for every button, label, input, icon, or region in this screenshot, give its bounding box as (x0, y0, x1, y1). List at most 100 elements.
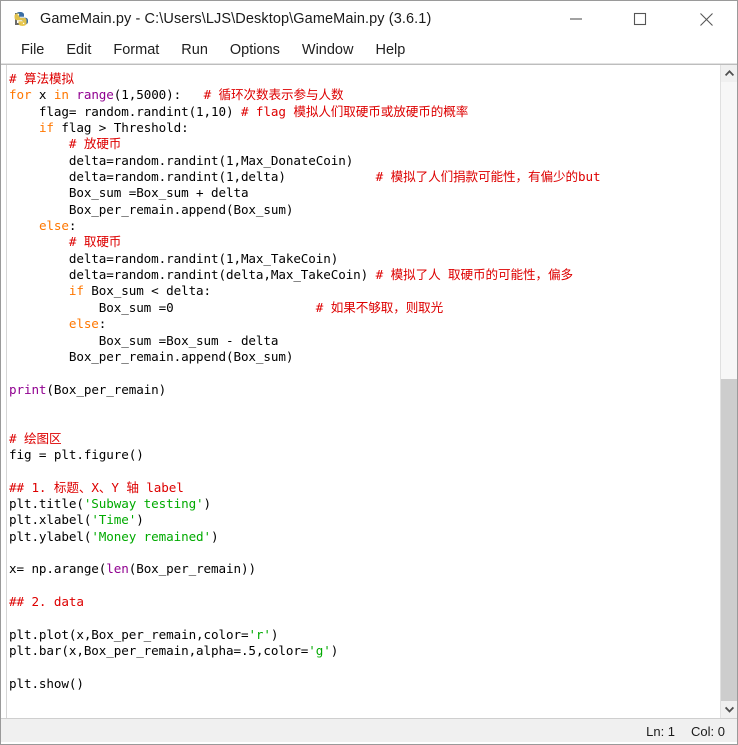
status-line-number: Ln: 1 (646, 724, 676, 739)
code-token: ## 1. 标题、X、Y 轴 label (9, 479, 184, 495)
status-column-number: Col: 0 (691, 724, 725, 739)
code-token: (Box_per_remain)) (128, 561, 256, 577)
code-line: fig = plt.figure() (9, 447, 720, 463)
menu-item-format[interactable]: Format (102, 40, 170, 61)
code-line: delta=random.randint(1,Max_TakeCoin) (9, 251, 720, 267)
code-line: plt.bar(x,Box_per_remain,alpha=.5,color=… (9, 643, 720, 659)
code-line: # 算法模拟 (9, 71, 720, 87)
code-token: plt.ylabel( (9, 528, 92, 544)
maximize-button[interactable] (617, 1, 663, 37)
code-line: plt.ylabel('Money remained') (9, 529, 720, 545)
code-token: Box_sum < delta: (83, 283, 212, 299)
code-line: ## 2. data (9, 594, 720, 610)
title-bar: GameMain.py - C:\Users\LJS\Desktop\GameM… (1, 1, 737, 37)
code-line: # 取硬币 (9, 234, 720, 250)
code-token: ) (270, 626, 279, 642)
code-token: delta=random.randint(1,Max_DonateCoin) (9, 152, 354, 168)
code-token: else (38, 218, 69, 234)
code-line: Box_sum =Box_sum - delta (9, 333, 720, 349)
code-token: plt.bar(x,Box_per_remain,alpha=.5,color= (9, 643, 309, 659)
scrollbar-track[interactable] (721, 82, 737, 701)
code-line: if flag > Threshold: (9, 120, 720, 136)
code-token: # flag 模拟人们取硬币或放硬币的概率 (240, 103, 469, 119)
code-token: ) (136, 512, 144, 528)
menu-bar: File Edit Format Run Options Window Help (1, 37, 737, 64)
code-token: 'Subway testing' (83, 495, 204, 511)
code-token: Box_per_remain.append(Box_sum) (9, 348, 294, 364)
code-line: Box_sum =Box_sum + delta (9, 185, 720, 201)
code-line: plt.title('Subway testing') (9, 496, 720, 512)
code-token: Box_sum =Box_sum - delta (9, 332, 279, 348)
code-token: 'g' (308, 643, 331, 659)
code-token: ) (330, 643, 339, 659)
code-line: # 绘图区 (9, 431, 720, 447)
code-token: (1,5000): (113, 87, 204, 103)
code-token: range (76, 87, 114, 103)
chevron-up-icon[interactable] (721, 65, 737, 82)
menu-item-run[interactable]: Run (170, 40, 219, 61)
code-line: Box_per_remain.append(Box_sum) (9, 202, 720, 218)
code-token: 'Money remained' (91, 528, 212, 544)
code-text-area[interactable]: # 算法模拟 for x in range(1,5000): # 循环次数表示参与… (7, 65, 720, 718)
code-line: delta=random.randint(delta,Max_TakeCoin)… (9, 267, 720, 283)
code-token: # 如果不够取，则取光 (315, 299, 444, 315)
python-idle-icon (11, 9, 31, 29)
code-token: (Box_per_remain) (46, 381, 167, 397)
code-token: ) (203, 495, 212, 511)
code-token: 'Time' (91, 512, 137, 528)
code-token: x (31, 87, 54, 103)
code-token: # 算法模拟 (9, 71, 74, 86)
code-token: # 模拟了人 取硬币的可能性，偏多 (375, 267, 573, 283)
code-line: plt.xlabel('Time') (9, 512, 720, 528)
code-token: if (38, 120, 54, 136)
code-token: flag > Threshold: (53, 120, 189, 136)
code-token: ## 2. data (9, 594, 84, 609)
code-token: in (53, 87, 69, 103)
chevron-down-icon[interactable] (721, 701, 737, 718)
menu-item-options[interactable]: Options (219, 40, 291, 61)
menu-item-window[interactable]: Window (291, 40, 365, 61)
code-token: plt.plot(x,Box_per_remain,color= (9, 626, 249, 642)
code-line: flag= random.randint(1,10) # flag 模拟人们取硬… (9, 104, 720, 120)
status-underline (1, 742, 737, 744)
menu-item-edit[interactable]: Edit (55, 40, 102, 61)
code-line: delta=random.randint(1,delta) # 模拟了人们捐款可… (9, 169, 720, 185)
code-line: # 放硬币 (9, 136, 720, 152)
minimize-button[interactable] (553, 1, 599, 37)
code-line: Box_sum =0 # 如果不够取，则取光 (9, 300, 720, 316)
code-token: plt.title( (9, 495, 84, 511)
code-line: delta=random.randint(1,Max_DonateCoin) (9, 153, 720, 169)
menu-item-help[interactable]: Help (364, 40, 416, 61)
status-bar: Ln: 1 Col: 0 (1, 718, 737, 744)
code-token: delta=random.randint(delta,Max_TakeCoin) (9, 267, 376, 283)
code-line: ## 1. 标题、X、Y 轴 label (9, 480, 720, 496)
code-token: # 模拟了人们捐款可能性，有偏少的but (375, 169, 601, 185)
code-token: Box_per_remain.append(Box_sum) (9, 201, 294, 217)
menu-item-file[interactable]: File (10, 40, 55, 61)
code-line: plt.plot(x,Box_per_remain,color='r') (9, 627, 720, 643)
code-token: if (68, 283, 84, 299)
code-line: if Box_sum < delta: (9, 283, 720, 299)
code-token: Box_sum =0 (9, 299, 316, 315)
code-token: ) (211, 528, 219, 544)
close-button[interactable] (683, 1, 729, 37)
code-token: x= np.arange( (9, 561, 107, 577)
vertical-scrollbar[interactable] (720, 65, 737, 718)
code-token: for (9, 87, 32, 103)
code-token: else (68, 316, 99, 332)
code-line: plt.show() (9, 676, 720, 692)
code-token: # 取硬币 (68, 234, 122, 250)
code-token: print (9, 381, 47, 397)
code-token: : (68, 218, 77, 234)
scroll-thumb[interactable] (721, 379, 737, 701)
code-line: x= np.arange(len(Box_per_remain)) (9, 561, 720, 577)
